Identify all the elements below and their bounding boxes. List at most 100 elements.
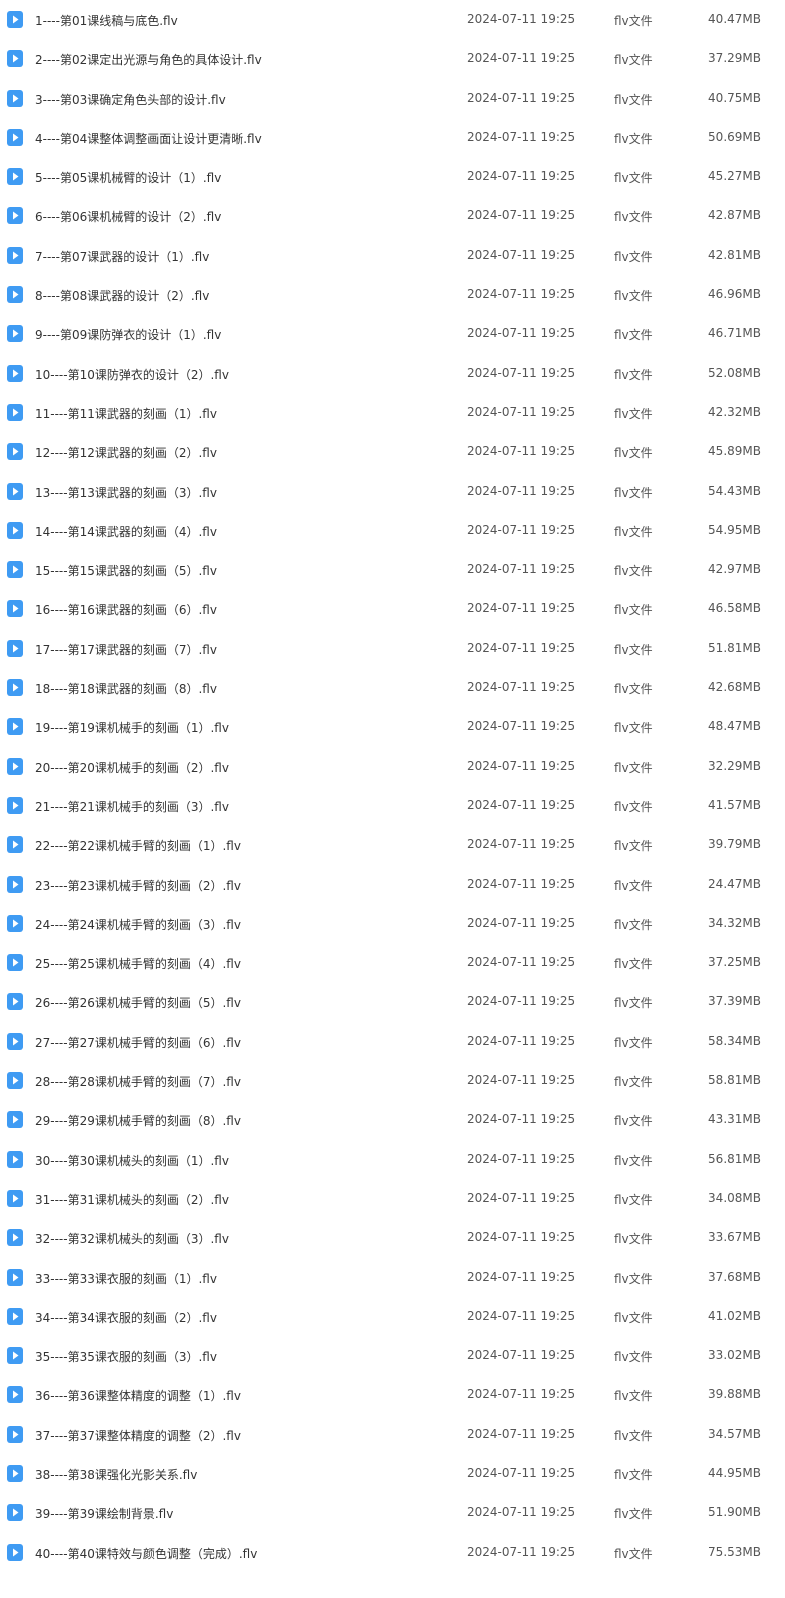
video-file-icon (7, 1032, 23, 1050)
file-row-18[interactable]: 18----第18课武器的刻画（8）.flv 2024-07-11 19:25 … (0, 668, 785, 707)
file-name[interactable]: 4----第04课整体调整画面让设计更清晰.flv (35, 130, 262, 147)
file-row-1[interactable]: 1----第01课线稿与底色.flv 2024-07-11 19:25 flv文… (0, 0, 785, 39)
file-type: flv文件 (614, 760, 653, 775)
file-name[interactable]: 32----第32课机械头的刻画（3）.flv (35, 1230, 229, 1247)
file-name[interactable]: 36----第36课整体精度的调整（1）.flv (35, 1387, 241, 1404)
file-name[interactable]: 17----第17课武器的刻画（7）.flv (35, 641, 217, 658)
file-name[interactable]: 33----第33课衣服的刻画（1）.flv (35, 1270, 217, 1287)
file-row-33[interactable]: 33----第33课衣服的刻画（1）.flv 2024-07-11 19:25 … (0, 1258, 785, 1297)
file-row-3[interactable]: 3----第03课确定角色头部的设计.flv 2024-07-11 19:25 … (0, 79, 785, 118)
file-type: flv文件 (614, 1350, 653, 1365)
file-date: 2024-07-11 19:25 (467, 719, 576, 734)
file-row-14[interactable]: 14----第14课武器的刻画（4）.flv 2024-07-11 19:25 … (0, 511, 785, 550)
file-name[interactable]: 27----第27课机械手臂的刻画（6）.flv (35, 1034, 241, 1051)
video-file-icon (7, 168, 23, 186)
file-row-40[interactable]: 40----第40课特效与颜色调整（完成）.flv 2024-07-11 19:… (0, 1533, 785, 1572)
file-name[interactable]: 24----第24课机械手臂的刻画（3）.flv (35, 916, 241, 933)
file-row-23[interactable]: 23----第23课机械手臂的刻画（2）.flv 2024-07-11 19:2… (0, 865, 785, 904)
file-size: 33.02MB (708, 1348, 761, 1363)
file-row-11[interactable]: 11----第11课武器的刻画（1）.flv 2024-07-11 19:25 … (0, 393, 785, 432)
file-row-9[interactable]: 9----第09课防弹衣的设计（1）.flv 2024-07-11 19:25 … (0, 314, 785, 353)
file-name[interactable]: 8----第08课武器的设计（2）.flv (35, 287, 209, 304)
file-size: 34.57MB (708, 1426, 761, 1441)
file-name[interactable]: 13----第13课武器的刻画（3）.flv (35, 484, 217, 501)
file-row-31[interactable]: 31----第31课机械头的刻画（2）.flv 2024-07-11 19:25… (0, 1179, 785, 1218)
file-row-6[interactable]: 6----第06课机械臂的设计（2）.flv 2024-07-11 19:25 … (0, 196, 785, 235)
file-row-13[interactable]: 13----第13课武器的刻画（3）.flv 2024-07-11 19:25 … (0, 472, 785, 511)
file-row-37[interactable]: 37----第37课整体精度的调整（2）.flv 2024-07-11 19:2… (0, 1415, 785, 1454)
file-name[interactable]: 37----第37课整体精度的调整（2）.flv (35, 1427, 241, 1444)
file-name[interactable]: 40----第40课特效与颜色调整（完成）.flv (35, 1545, 257, 1562)
file-row-29[interactable]: 29----第29课机械手臂的刻画（8）.flv 2024-07-11 19:2… (0, 1100, 785, 1139)
file-name[interactable]: 15----第15课武器的刻画（5）.flv (35, 562, 217, 579)
file-name[interactable]: 10----第10课防弹衣的设计（2）.flv (35, 366, 229, 383)
file-name[interactable]: 7----第07课武器的设计（1）.flv (35, 248, 209, 265)
file-size: 56.81MB (708, 1151, 761, 1166)
file-row-19[interactable]: 19----第19课机械手的刻画（1）.flv 2024-07-11 19:25… (0, 707, 785, 746)
file-row-17[interactable]: 17----第17课武器的刻画（7）.flv 2024-07-11 19:25 … (0, 629, 785, 668)
file-name[interactable]: 14----第14课武器的刻画（4）.flv (35, 523, 217, 540)
file-row-32[interactable]: 32----第32课机械头的刻画（3）.flv 2024-07-11 19:25… (0, 1218, 785, 1257)
video-file-icon (7, 1464, 23, 1482)
file-row-36[interactable]: 36----第36课整体精度的调整（1）.flv 2024-07-11 19:2… (0, 1375, 785, 1414)
file-size: 34.32MB (708, 915, 761, 930)
file-size: 40.47MB (708, 12, 761, 26)
file-name[interactable]: 18----第18课武器的刻画（8）.flv (35, 680, 217, 697)
file-row-21[interactable]: 21----第21课机械手的刻画（3）.flv 2024-07-11 19:25… (0, 786, 785, 825)
file-row-30[interactable]: 30----第30课机械头的刻画（1）.flv 2024-07-11 19:25… (0, 1140, 785, 1179)
file-row-38[interactable]: 38----第38课强化光影关系.flv 2024-07-11 19:25 fl… (0, 1454, 785, 1493)
file-row-24[interactable]: 24----第24课机械手臂的刻画（3）.flv 2024-07-11 19:2… (0, 904, 785, 943)
file-row-26[interactable]: 26----第26课机械手臂的刻画（5）.flv 2024-07-11 19:2… (0, 982, 785, 1021)
file-date: 2024-07-11 19:25 (467, 797, 576, 812)
file-name[interactable]: 28----第28课机械手臂的刻画（7）.flv (35, 1073, 241, 1090)
file-row-7[interactable]: 7----第07课武器的设计（1）.flv 2024-07-11 19:25 f… (0, 236, 785, 275)
file-name[interactable]: 6----第06课机械臂的设计（2）.flv (35, 208, 221, 225)
file-name[interactable]: 35----第35课衣服的刻画（3）.flv (35, 1348, 217, 1365)
file-name[interactable]: 21----第21课机械手的刻画（3）.flv (35, 798, 229, 815)
file-row-20[interactable]: 20----第20课机械手的刻画（2）.flv 2024-07-11 19:25… (0, 747, 785, 786)
file-row-25[interactable]: 25----第25课机械手臂的刻画（4）.flv 2024-07-11 19:2… (0, 943, 785, 982)
file-name[interactable]: 5----第05课机械臂的设计（1）.flv (35, 169, 221, 186)
file-name[interactable]: 31----第31课机械头的刻画（2）.flv (35, 1191, 229, 1208)
file-name[interactable]: 25----第25课机械手臂的刻画（4）.flv (35, 955, 241, 972)
file-row-27[interactable]: 27----第27课机械手臂的刻画（6）.flv 2024-07-11 19:2… (0, 1022, 785, 1061)
file-row-10[interactable]: 10----第10课防弹衣的设计（2）.flv 2024-07-11 19:25… (0, 354, 785, 393)
file-row-34[interactable]: 34----第34课衣服的刻画（2）.flv 2024-07-11 19:25 … (0, 1297, 785, 1336)
file-type: flv文件 (614, 328, 653, 343)
file-row-5[interactable]: 5----第05课机械臂的设计（1）.flv 2024-07-11 19:25 … (0, 157, 785, 196)
file-name[interactable]: 11----第11课武器的刻画（1）.flv (35, 405, 217, 422)
file-name[interactable]: 39----第39课绘制背景.flv (35, 1505, 173, 1522)
file-date: 2024-07-11 19:25 (467, 326, 576, 341)
file-name[interactable]: 22----第22课机械手臂的刻画（1）.flv (35, 837, 241, 854)
file-name[interactable]: 12----第12课武器的刻画（2）.flv (35, 444, 217, 461)
file-name[interactable]: 3----第03课确定角色头部的设计.flv (35, 91, 226, 108)
file-name[interactable]: 9----第09课防弹衣的设计（1）.flv (35, 326, 221, 343)
file-row-4[interactable]: 4----第04课整体调整画面让设计更清晰.flv 2024-07-11 19:… (0, 118, 785, 157)
file-row-8[interactable]: 8----第08课武器的设计（2）.flv 2024-07-11 19:25 f… (0, 275, 785, 314)
file-name[interactable]: 26----第26课机械手臂的刻画（5）.flv (35, 994, 241, 1011)
file-row-2[interactable]: 2----第02课定出光源与角色的具体设计.flv 2024-07-11 19:… (0, 39, 785, 78)
file-date: 2024-07-11 19:25 (467, 1308, 576, 1323)
file-row-39[interactable]: 39----第39课绘制背景.flv 2024-07-11 19:25 flv文… (0, 1493, 785, 1532)
file-name[interactable]: 34----第34课衣服的刻画（2）.flv (35, 1309, 217, 1326)
file-date: 2024-07-11 19:25 (467, 915, 576, 930)
file-name[interactable]: 29----第29课机械手臂的刻画（8）.flv (35, 1112, 241, 1129)
file-row-16[interactable]: 16----第16课武器的刻画（6）.flv 2024-07-11 19:25 … (0, 589, 785, 628)
file-name[interactable]: 19----第19课机械手的刻画（1）.flv (35, 719, 229, 736)
file-name[interactable]: 30----第30课机械头的刻画（1）.flv (35, 1152, 229, 1169)
file-row-22[interactable]: 22----第22课机械手臂的刻画（1）.flv 2024-07-11 19:2… (0, 825, 785, 864)
file-row-35[interactable]: 35----第35课衣服的刻画（3）.flv 2024-07-11 19:25 … (0, 1336, 785, 1375)
file-name[interactable]: 38----第38课强化光影关系.flv (35, 1466, 197, 1483)
file-name[interactable]: 1----第01课线稿与底色.flv (35, 12, 178, 29)
file-type: flv文件 (614, 1310, 653, 1325)
video-file-icon (7, 1347, 23, 1365)
file-size: 42.32MB (708, 404, 761, 419)
file-name[interactable]: 23----第23课机械手臂的刻画（2）.flv (35, 877, 241, 894)
file-name[interactable]: 2----第02课定出光源与角色的具体设计.flv (35, 51, 262, 68)
file-name[interactable]: 16----第16课武器的刻画（6）.flv (35, 601, 217, 618)
file-name[interactable]: 20----第20课机械手的刻画（2）.flv (35, 759, 229, 776)
file-row-15[interactable]: 15----第15课武器的刻画（5）.flv 2024-07-11 19:25 … (0, 550, 785, 589)
file-row-28[interactable]: 28----第28课机械手臂的刻画（7）.flv 2024-07-11 19:2… (0, 1061, 785, 1100)
file-date: 2024-07-11 19:25 (467, 1465, 576, 1480)
file-row-12[interactable]: 12----第12课武器的刻画（2）.flv 2024-07-11 19:25 … (0, 432, 785, 471)
